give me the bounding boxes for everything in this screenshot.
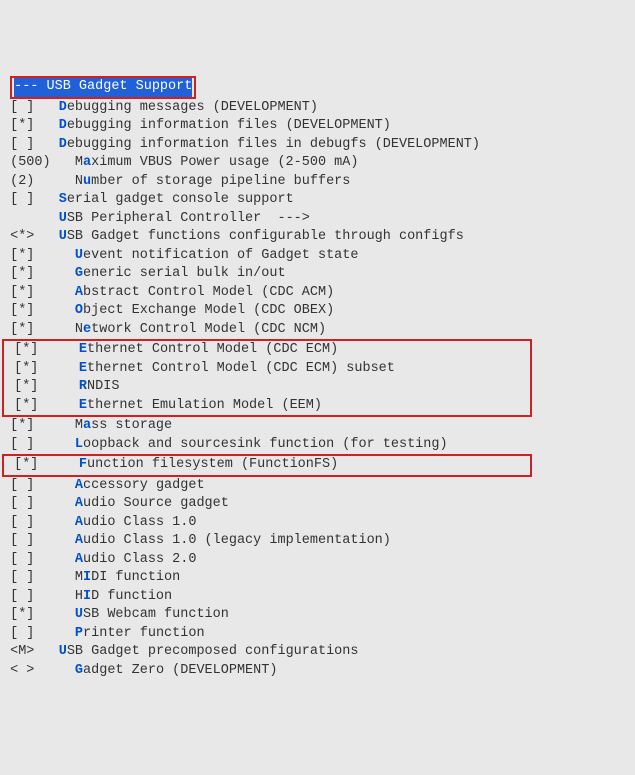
hotkey: O bbox=[75, 303, 83, 318]
menu-item[interactable]: [*] Mass storage bbox=[2, 417, 633, 436]
highlight-box: --- USB Gadget Support bbox=[10, 76, 196, 99]
hotkey: L bbox=[75, 437, 83, 452]
menu-item[interactable]: [*] Generic serial bulk in/out bbox=[2, 265, 633, 284]
hotkey: P bbox=[75, 626, 83, 641]
menu-item[interactable]: [*] Ethernet Control Model (CDC ECM) sub… bbox=[6, 360, 528, 379]
hotkey: A bbox=[75, 552, 83, 567]
menu-item[interactable]: [*] Ethernet Emulation Model (EEM) bbox=[6, 397, 528, 416]
menu-item[interactable]: [*] Function filesystem (FunctionFS) bbox=[6, 456, 528, 475]
menu-item[interactable]: <*> USB Gadget functions configurable th… bbox=[2, 228, 633, 247]
hotkey: a bbox=[83, 418, 91, 433]
menu-item[interactable]: [*] Network Control Model (CDC NCM) bbox=[2, 321, 633, 340]
hotkey: E bbox=[79, 398, 87, 413]
hotkey: U bbox=[75, 248, 83, 263]
menu-item[interactable]: [ ] Audio Class 1.0 bbox=[2, 514, 633, 533]
menu-item[interactable]: [ ] Audio Class 1.0 (legacy implementati… bbox=[2, 532, 633, 551]
hotkey: A bbox=[75, 285, 83, 300]
menu-item[interactable]: [*] USB Webcam function bbox=[2, 606, 633, 625]
hotkey: D bbox=[59, 137, 67, 152]
hotkey: G bbox=[75, 266, 83, 281]
hotkey: e bbox=[83, 322, 91, 337]
hotkey: A bbox=[75, 478, 83, 493]
menu-item[interactable]: [*] Object Exchange Model (CDC OBEX) bbox=[2, 302, 633, 321]
highlight-box-ethernet: [*] Ethernet Control Model (CDC ECM) [*]… bbox=[2, 339, 532, 417]
menu-item[interactable]: [*] Ethernet Control Model (CDC ECM) bbox=[6, 341, 528, 360]
menu-item[interactable]: [ ] Accessory gadget bbox=[2, 477, 633, 496]
menu-item[interactable]: [ ] Debugging information files in debug… bbox=[2, 136, 633, 155]
menu-item[interactable]: [ ] Debugging messages (DEVELOPMENT) bbox=[2, 99, 633, 118]
hotkey: U bbox=[59, 211, 67, 226]
menu-item[interactable]: [ ] Audio Source gadget bbox=[2, 495, 633, 514]
hotkey: R bbox=[79, 379, 87, 394]
highlight-box-functionfs: [*] Function filesystem (FunctionFS) bbox=[2, 454, 532, 477]
menu-item[interactable]: [ ] HID function bbox=[2, 588, 633, 607]
menu-item[interactable]: [ ] Serial gadget console support bbox=[2, 191, 633, 210]
hotkey: A bbox=[75, 533, 83, 548]
hotkey: U bbox=[59, 644, 67, 659]
menu-item[interactable]: [ ] MIDI function bbox=[2, 569, 633, 588]
hotkey: S bbox=[59, 192, 67, 207]
menu-item[interactable]: [ ] Loopback and sourcesink function (fo… bbox=[2, 436, 633, 455]
hotkey: F bbox=[79, 457, 87, 472]
hotkey: D bbox=[59, 100, 67, 115]
hotkey: E bbox=[79, 361, 87, 376]
menu-item[interactable]: USB Peripheral Controller ---> bbox=[2, 210, 633, 229]
menu-item[interactable]: (500) Maximum VBUS Power usage (2-500 mA… bbox=[2, 154, 633, 173]
hotkey: I bbox=[83, 589, 91, 604]
menu-item[interactable]: [ ] Printer function bbox=[2, 625, 633, 644]
menu-item[interactable]: [ ] Audio Class 2.0 bbox=[2, 551, 633, 570]
section-header: --- USB Gadget Support bbox=[2, 76, 633, 99]
hotkey: A bbox=[75, 515, 83, 530]
menu-item[interactable]: (2) Number of storage pipeline buffers bbox=[2, 173, 633, 192]
hotkey: U bbox=[59, 229, 67, 244]
hotkey: D bbox=[59, 118, 67, 133]
hotkey: U bbox=[75, 607, 83, 622]
hotkey: G bbox=[75, 663, 83, 678]
menu-item[interactable]: [*] Debugging information files (DEVELOP… bbox=[2, 117, 633, 136]
header-title: --- USB Gadget Support bbox=[14, 78, 192, 97]
hotkey: u bbox=[83, 174, 91, 189]
menu-item[interactable]: <M> USB Gadget precomposed configuration… bbox=[2, 643, 633, 662]
hotkey: E bbox=[79, 342, 87, 357]
hotkey: A bbox=[75, 496, 83, 511]
menu-item[interactable]: [*] Uevent notification of Gadget state bbox=[2, 247, 633, 266]
menu-item[interactable]: < > Gadget Zero (DEVELOPMENT) bbox=[2, 662, 633, 681]
menu-item[interactable]: [*] Abstract Control Model (CDC ACM) bbox=[2, 284, 633, 303]
hotkey: a bbox=[83, 155, 91, 170]
menu-item[interactable]: [*] RNDIS bbox=[6, 378, 528, 397]
